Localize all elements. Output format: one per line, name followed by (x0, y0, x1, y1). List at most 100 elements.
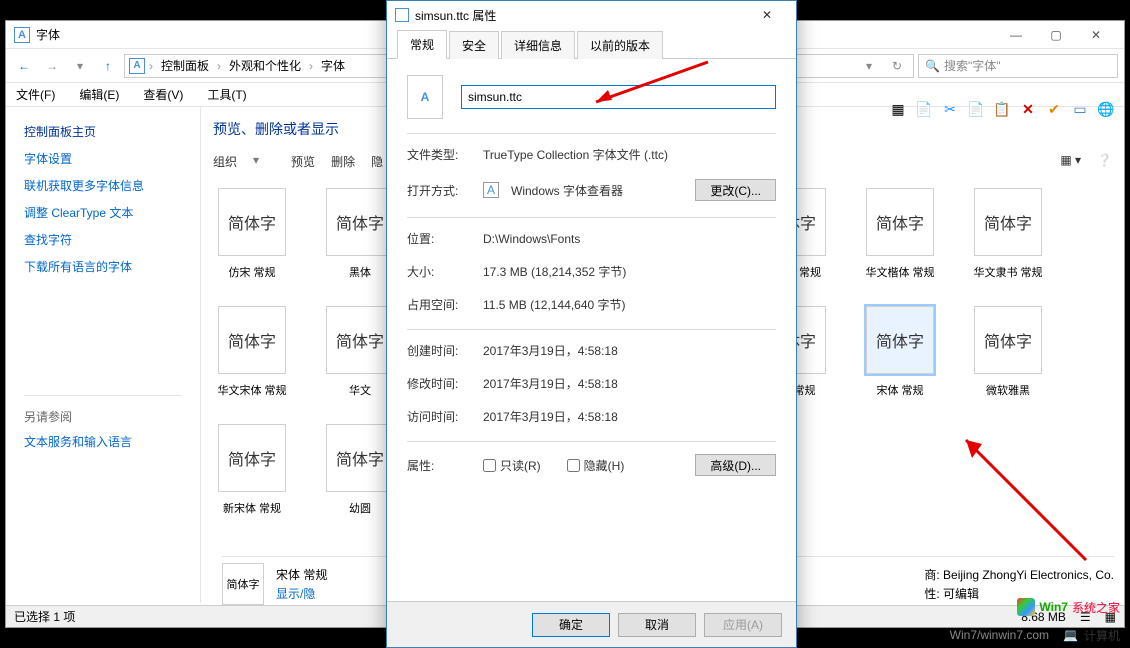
up-button[interactable]: ↑ (96, 54, 120, 78)
cancel-button[interactable]: 取消 (618, 613, 696, 637)
prop-modified: 2017年3月19日，4:58:18 (483, 375, 776, 392)
taskbar-fragment: Win7/winwin7.com 💻计算机 (950, 624, 1120, 646)
history-dropdown[interactable]: ▾ (857, 54, 881, 78)
menu-tools[interactable]: 工具(T) (203, 84, 250, 105)
crumb-fonts[interactable]: 字体 (317, 57, 349, 74)
dialog-footer: 确定 取消 应用(A) (387, 601, 796, 647)
refresh-button[interactable]: ↻ (885, 54, 909, 78)
tab-previous[interactable]: 以前的版本 (577, 31, 663, 59)
font-thumb: 简体字 (866, 306, 934, 374)
menu-edit[interactable]: 编辑(E) (75, 84, 123, 105)
font-thumb: 简体字 (326, 306, 394, 374)
tab-security[interactable]: 安全 (449, 31, 499, 59)
recent-dropdown[interactable]: ▾ (68, 54, 92, 78)
detail-thumb: 简体字 (222, 563, 264, 605)
cut-icon[interactable]: ✂ (940, 99, 960, 119)
sidebar-seealso-link[interactable]: 文本服务和输入语言 (24, 433, 182, 450)
win-logo-icon (1017, 598, 1035, 616)
minimize-button[interactable]: — (996, 22, 1036, 48)
rename-icon[interactable]: ▭ (1070, 99, 1090, 119)
prop-sizeondisk: 11.5 MB (12,144,640 字节) (483, 296, 776, 313)
menu-file[interactable]: 文件(F) (12, 84, 59, 105)
search-icon: 🔍 (925, 59, 940, 73)
font-label: 华文 (349, 382, 371, 398)
font-thumb: 简体字 (218, 424, 286, 492)
cmd-delete[interactable]: 删除 (331, 153, 355, 170)
properties-dialog: simsun.ttc 属性 ✕ 常规 安全 详细信息 以前的版本 A 文件类型:… (386, 0, 797, 648)
help-icon[interactable]: ❔ (1097, 153, 1112, 170)
font-label: 仿宋 常规 (228, 264, 275, 280)
sidebar-link-0[interactable]: 字体设置 (24, 150, 182, 167)
paste-icon[interactable]: 📋 (992, 99, 1012, 119)
detail-show-hide[interactable]: 显示/隐 (276, 585, 327, 602)
check-icon[interactable]: ✔ (1044, 99, 1064, 119)
sidebar-link-4[interactable]: 下载所有语言的字体 (24, 258, 182, 275)
font-item[interactable]: 简体字新宋体 常规 (213, 424, 291, 516)
font-thumb: 简体字 (866, 188, 934, 256)
prop-openwith: Windows 字体查看器 (511, 182, 623, 199)
view-options-icon[interactable]: 📄 (914, 99, 934, 119)
tab-general[interactable]: 常规 (397, 30, 447, 59)
delete-icon[interactable]: ✕ (1018, 99, 1038, 119)
prop-location: D:\Windows\Fonts (483, 232, 776, 246)
font-item[interactable]: 简体字仿宋 常规 (213, 188, 291, 280)
sidebar-link-2[interactable]: 调整 ClearType 文本 (24, 204, 182, 221)
tab-details[interactable]: 详细信息 (501, 31, 575, 59)
font-thumb: 简体字 (326, 188, 394, 256)
ok-button[interactable]: 确定 (532, 613, 610, 637)
dialog-close-button[interactable]: ✕ (746, 2, 788, 28)
prop-filetype: TrueType Collection 字体文件 (.ttc) (483, 146, 776, 163)
sidebar-link-3[interactable]: 查找字符 (24, 231, 182, 248)
font-label: 华文隶书 常规 (973, 264, 1042, 280)
font-item[interactable]: 简体字华文楷体 常规 (861, 188, 939, 280)
font-thumb: 简体字 (326, 424, 394, 492)
dialog-body: A 文件类型:TrueType Collection 字体文件 (.ttc) 打… (387, 59, 796, 611)
search-input[interactable]: 🔍 搜索"字体" (918, 54, 1118, 78)
cmd-preview[interactable]: 预览 (291, 153, 315, 170)
globe-icon[interactable]: 🌐 (1096, 99, 1116, 119)
view-toggle-icon[interactable]: ▦ ▾ (1060, 153, 1081, 170)
close-button[interactable]: ✕ (1076, 22, 1116, 48)
font-item[interactable]: 简体字宋体 常规 (861, 306, 939, 398)
detail-company: Beijing ZhongYi Electronics, Co. (943, 568, 1114, 582)
sidebar: 控制面板主页 字体设置 联机获取更多字体信息 调整 ClearType 文本 查… (6, 107, 201, 603)
forward-button[interactable]: → (40, 54, 64, 78)
window-title: 字体 (36, 26, 60, 43)
sidebar-seealso-label: 另请参阅 (24, 408, 182, 425)
hidden-checkbox[interactable]: 隐藏(H) (567, 457, 625, 474)
detail-font-name: 宋体 常规 (276, 566, 327, 583)
cmd-organize[interactable]: 组织 (213, 153, 237, 170)
sidebar-link-1[interactable]: 联机获取更多字体信息 (24, 177, 182, 194)
font-item[interactable]: 简体字微软雅黑 (969, 306, 1047, 398)
file-type-icon: A (407, 75, 443, 119)
cmd-hide[interactable]: 隐 (371, 153, 383, 170)
font-thumb: 简体字 (218, 188, 286, 256)
font-thumb: 简体字 (218, 306, 286, 374)
search-placeholder: 搜索"字体" (944, 57, 1001, 74)
apply-button[interactable]: 应用(A) (704, 613, 782, 637)
crumb-control-panel[interactable]: 控制面板 (157, 57, 213, 74)
font-label: 宋体 常规 (876, 382, 923, 398)
font-item[interactable]: 简体字华文宋体 常规 (213, 306, 291, 398)
menu-view[interactable]: 查看(V) (139, 84, 187, 105)
font-label: 新宋体 常规 (223, 500, 281, 516)
view-thumb-icon[interactable]: ▦ (888, 99, 908, 119)
dialog-titlebar: simsun.ttc 属性 ✕ (387, 1, 796, 29)
copy-icon[interactable]: 📄 (966, 99, 986, 119)
font-label: 微软雅黑 (986, 382, 1030, 398)
prop-created: 2017年3月19日，4:58:18 (483, 342, 776, 359)
prop-size: 17.3 MB (18,214,352 字节) (483, 263, 776, 280)
maximize-button[interactable]: ▢ (1036, 22, 1076, 48)
sidebar-home[interactable]: 控制面板主页 (24, 123, 182, 140)
back-button[interactable]: ← (12, 54, 36, 78)
crumb-appearance[interactable]: 外观和个性化 (225, 57, 305, 74)
readonly-checkbox[interactable]: 只读(R) (483, 457, 541, 474)
prop-accessed: 2017年3月19日，4:58:18 (483, 408, 776, 425)
font-label: 华文楷体 常规 (865, 264, 934, 280)
change-app-button[interactable]: 更改(C)... (695, 179, 776, 201)
advanced-button[interactable]: 高级(D)... (695, 454, 776, 476)
detail-editable: 可编辑 (943, 587, 979, 601)
filename-input[interactable] (461, 85, 776, 109)
font-label: 黑体 (349, 264, 371, 280)
font-item[interactable]: 简体字华文隶书 常规 (969, 188, 1047, 280)
